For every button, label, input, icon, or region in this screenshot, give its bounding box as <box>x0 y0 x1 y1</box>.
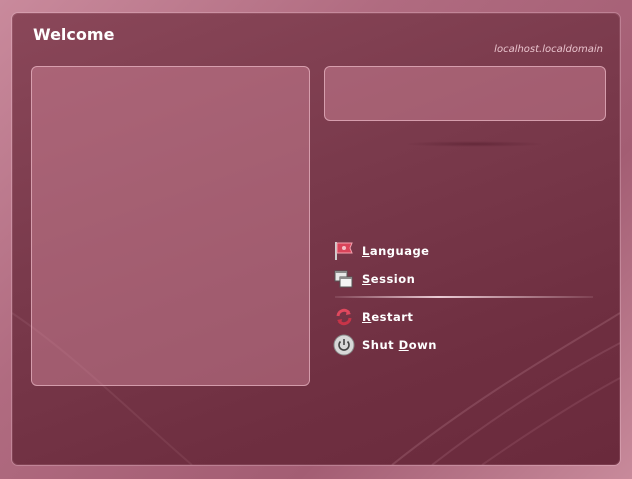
session-accel: S <box>362 272 371 286</box>
restart-arrows-icon <box>333 306 355 328</box>
restart-accel: R <box>362 310 372 324</box>
hostname-label: localhost.localdomain <box>494 44 603 55</box>
power-icon <box>333 334 355 356</box>
welcome-title: Welcome <box>33 25 115 44</box>
login-window: Welcome localhost.localdomain Language S… <box>12 13 620 465</box>
language-label: anguage <box>369 244 430 258</box>
flag-icon <box>333 240 355 262</box>
login-entry-panel[interactable] <box>324 66 606 121</box>
session-windows-icon <box>333 268 355 290</box>
user-list-panel[interactable] <box>31 66 310 386</box>
shutdown-label-rest: own <box>408 338 437 352</box>
shutdown-label-pre: Shut <box>362 338 399 352</box>
session-button[interactable]: Session <box>333 265 593 293</box>
session-label: ession <box>370 272 416 286</box>
restart-label: estart <box>371 310 414 324</box>
decorative-shadow <box>404 141 544 147</box>
shutdown-accel: D <box>398 338 409 352</box>
language-button[interactable]: Language <box>333 237 593 265</box>
action-menu: Language Session Restart Shut Down <box>333 237 593 359</box>
restart-button[interactable]: Restart <box>333 303 593 331</box>
menu-divider <box>335 296 593 298</box>
language-accel: L <box>362 244 370 258</box>
shutdown-button[interactable]: Shut Down <box>333 331 593 359</box>
